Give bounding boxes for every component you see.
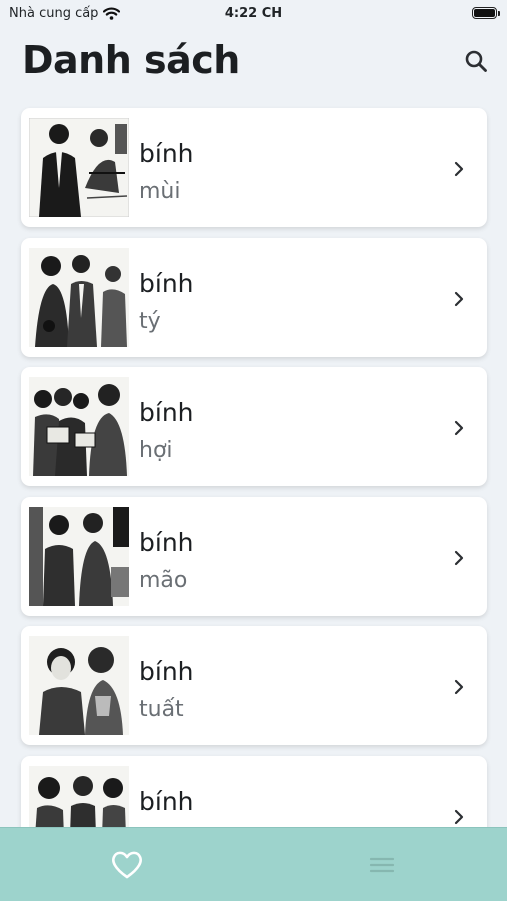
battery-icon xyxy=(472,7,500,19)
item-subtitle: hợi xyxy=(139,438,173,463)
item-title: bính xyxy=(139,657,194,686)
illustration-thumbnail xyxy=(29,118,129,217)
item-title: bính xyxy=(139,786,194,816)
illustration-thumbnail xyxy=(29,377,129,476)
illustration-thumbnail xyxy=(29,636,129,735)
page-title: Danh sách xyxy=(22,38,240,82)
illustration-thumbnail xyxy=(29,506,129,606)
heart-icon xyxy=(112,851,142,879)
chevron-right-icon xyxy=(454,291,464,306)
list-item[interactable]: bính mùi xyxy=(21,108,487,227)
item-list: bính mùi bính tý bính hợi bính mão bính … xyxy=(21,108,487,885)
list-item[interactable]: bính hợi xyxy=(21,367,487,486)
tab-list[interactable] xyxy=(364,850,400,880)
illustration-thumbnail xyxy=(29,247,129,347)
item-title: bính xyxy=(139,398,194,427)
search-icon xyxy=(465,50,487,72)
list-item[interactable]: bính tý xyxy=(21,237,487,357)
item-subtitle: mùi xyxy=(139,179,181,204)
tab-favorites[interactable] xyxy=(108,846,146,884)
status-bar: Nhà cung cấp 4:22 CH xyxy=(0,0,507,30)
chevron-right-icon xyxy=(454,550,464,565)
chevron-right-icon xyxy=(454,161,464,177)
chevron-right-icon xyxy=(454,679,464,695)
list-item[interactable]: bính tuất xyxy=(21,626,487,745)
search-button[interactable] xyxy=(460,45,492,77)
chevron-right-icon xyxy=(454,809,464,824)
item-title: bính xyxy=(139,268,194,298)
list-item[interactable]: bính mão xyxy=(21,496,487,616)
item-subtitle: tuất xyxy=(139,697,184,722)
status-time: 4:22 CH xyxy=(224,6,283,21)
item-subtitle: tý xyxy=(139,308,161,334)
item-title: bính xyxy=(139,139,194,168)
item-title: bính xyxy=(139,527,194,557)
menu-icon xyxy=(369,857,395,873)
tab-bar xyxy=(0,827,507,901)
chevron-right-icon xyxy=(454,420,464,436)
item-subtitle: mão xyxy=(139,567,188,593)
